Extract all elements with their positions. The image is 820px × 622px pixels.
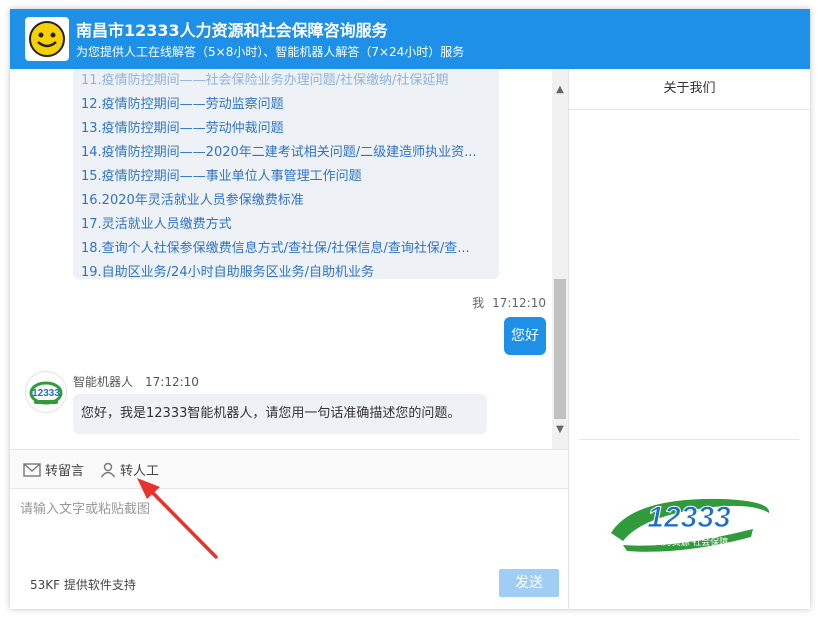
chat-messages: 11.疫情防控期间——社会保险业务办理问题/社保缴纳/社保延期 12.疫情防控期…	[10, 69, 568, 449]
user-message-time: 17:12:10	[492, 296, 546, 310]
12333-logo: 12333 人力资源 社会保障	[603, 493, 777, 555]
side-divider	[579, 439, 799, 440]
faq-item[interactable]: 13.疫情防控期间——劳动仲裁问题	[81, 117, 491, 136]
logo-number: 12333	[647, 501, 731, 534]
side-panel: 关于我们 12333 人力资源 社会保障	[569, 69, 810, 609]
user-name: 我	[472, 296, 485, 310]
message-input[interactable]	[18, 496, 542, 560]
faq-item[interactable]: 16.2020年灵活就业人员参保缴费标准	[81, 189, 491, 208]
faq-item-partial[interactable]: 11.疫情防控期间——社会保险业务办理问题/社保缴纳/社保延期	[81, 69, 491, 88]
bot-avatar: 12333	[25, 371, 67, 413]
chat-window: 南昌市12333人力资源和社会保障咨询服务 为您提供人工在线解答（5×8小时）、…	[10, 9, 810, 609]
logo-slogan: 人力资源 社会保障	[654, 536, 729, 547]
envelope-icon	[23, 462, 41, 481]
bot-message-bubble: 您好，我是12333智能机器人，请您用一句话准确描述您的问题。	[73, 394, 487, 434]
scroll-up-icon[interactable]: ▲	[552, 83, 568, 97]
faq-item[interactable]: 19.自助区业务/24小时自助服务区业务/自助机业务	[81, 261, 491, 280]
tab-about-us[interactable]: 关于我们	[569, 69, 810, 110]
chat-toolbar: 转留言 转人工	[10, 449, 568, 489]
bot-message-time: 17:12:10	[145, 375, 199, 389]
faq-item[interactable]: 15.疫情防控期间——事业单位人事管理工作问题	[81, 165, 491, 184]
user-message-bubble: 您好	[504, 317, 546, 355]
faq-item[interactable]: 12.疫情防控期间——劳动监察问题	[81, 93, 491, 112]
send-button[interactable]: 发送	[499, 569, 559, 597]
transfer-human-label: 转人工	[120, 464, 160, 479]
chat-header: 南昌市12333人力资源和社会保障咨询服务 为您提供人工在线解答（5×8小时）、…	[10, 9, 810, 69]
faq-bubble: 11.疫情防控期间——社会保险业务办理问题/社保缴纳/社保延期 12.疫情防控期…	[73, 69, 499, 280]
bot-message-meta: 智能机器人 17:12:10	[73, 373, 199, 390]
leave-message-label: 转留言	[45, 464, 85, 479]
input-area: 53KF 提供软件支持 发送	[10, 488, 568, 609]
faq-item[interactable]: 14.疫情防控期间——2020年二建考试相关问题/二级建造师执业资...	[81, 141, 491, 160]
12333-badge-icon: 12333	[29, 381, 63, 405]
user-message-meta: 我 17:12:10	[464, 294, 546, 311]
svg-text:12333: 12333	[32, 388, 60, 399]
service-hours-subtitle: 为您提供人工在线解答（5×8小时）、智能机器人解答（7×24小时）服务	[76, 45, 465, 59]
faq-item[interactable]: 17.灵活就业人员缴费方式	[81, 213, 491, 232]
chat-scrollbar[interactable]: ▲ ▼	[552, 69, 568, 449]
faq-item[interactable]: 18.查询个人社保参保缴费信息方式/查社保/社保信息/查询社保/查...	[81, 237, 491, 256]
page-title: 南昌市12333人力资源和社会保障咨询服务	[76, 21, 388, 40]
transfer-human-button[interactable]: 转人工	[100, 460, 159, 482]
smiley-face-icon	[29, 21, 65, 57]
scroll-thumb[interactable]	[554, 279, 566, 419]
powered-by-text: 53KF 提供软件支持	[30, 578, 136, 592]
scroll-down-icon[interactable]: ▼	[552, 423, 568, 437]
bot-name: 智能机器人	[73, 375, 134, 389]
12333-logo-icon: 12333 人力资源 社会保障	[611, 498, 770, 552]
service-avatar	[25, 17, 69, 61]
leave-message-button[interactable]: 转留言	[23, 460, 84, 481]
person-icon	[100, 462, 116, 482]
